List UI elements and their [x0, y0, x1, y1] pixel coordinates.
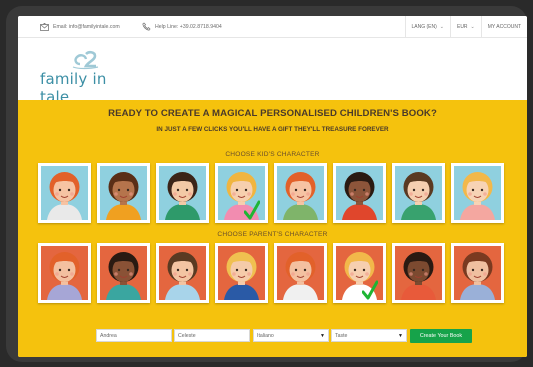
dropdown-arrow-icon: ▼	[398, 332, 403, 339]
parent-card-7[interactable]	[451, 243, 504, 303]
dropdown-arrow-icon: ▼	[320, 332, 325, 339]
parent-portrait	[218, 246, 265, 300]
hero-subtitle: IN JUST A FEW CLICKS YOU'LL HAVE A GIFT …	[156, 126, 389, 133]
parent-name-value: Celeste	[178, 332, 196, 339]
email-contact[interactable]: Email: info@familyintale.com	[40, 22, 120, 31]
kid-portrait	[159, 166, 206, 220]
kid-card-7[interactable]	[451, 163, 504, 223]
top-menu-label: MY ACCOUNT	[487, 24, 521, 30]
parent-card-3[interactable]	[215, 243, 268, 303]
top-menu-2[interactable]: MY ACCOUNT	[480, 16, 527, 38]
kid-card-4[interactable]	[274, 163, 327, 223]
site-logo[interactable]: family in tale	[40, 48, 130, 106]
book-form: Andrea Celeste Italiano ▼ Taste ▼ Create…	[18, 329, 527, 345]
top-menu-label: EUR	[456, 24, 468, 30]
create-book-button[interactable]: Create Your Book	[410, 329, 472, 343]
top-bar: Email: info@familyintale.com Help Line: …	[18, 16, 527, 38]
child-name-input[interactable]: Andrea	[96, 329, 172, 342]
hero-banner: READY TO CREATE A MAGICAL PERSONALISED C…	[18, 100, 527, 357]
language-select[interactable]: Italiano ▼	[253, 329, 329, 342]
parent-card-5[interactable]	[333, 243, 386, 303]
kid-card-0[interactable]	[38, 163, 91, 223]
language-value: Italiano	[257, 332, 274, 339]
parent-portrait	[100, 246, 147, 300]
parent-card-6[interactable]	[392, 243, 445, 303]
parent-portrait	[41, 246, 88, 300]
kid-card-2[interactable]	[156, 163, 209, 223]
chevron-down-icon: ⌄	[470, 24, 475, 30]
variant-select[interactable]: Taste ▼	[331, 329, 407, 342]
phone-icon	[142, 22, 151, 31]
top-menu-0[interactable]: LANG (EN) ⌄	[404, 16, 450, 38]
helpline-contact[interactable]: Help Line: +39.02.8718.9404	[142, 22, 222, 31]
top-menu-1[interactable]: EUR ⌄	[449, 16, 481, 38]
helpline-text: Help Line: +39.02.8718.9404	[155, 23, 222, 30]
parent-portrait	[454, 246, 501, 300]
variant-value: Taste	[335, 332, 348, 339]
kids-character-row	[38, 163, 504, 223]
kid-portrait	[336, 166, 383, 220]
kid-card-3[interactable]	[215, 163, 268, 223]
kid-portrait	[395, 166, 442, 220]
kid-portrait	[454, 166, 501, 220]
parent-card-2[interactable]	[156, 243, 209, 303]
parents-section-label: CHOOSE PARENT'S CHARACTER	[217, 231, 328, 238]
checkmark-icon	[362, 280, 378, 300]
checkmark-icon	[244, 200, 260, 220]
top-menus: LANG (EN) ⌄ EUR ⌄ MY ACCOUNT	[404, 16, 528, 38]
parents-character-row	[38, 243, 504, 303]
browser-viewport: Email: info@familyintale.com Help Line: …	[18, 16, 527, 357]
kids-section-label: CHOOSE KID'S CHARACTER	[225, 151, 320, 158]
kid-portrait	[100, 166, 147, 220]
hero-title: READY TO CREATE A MAGICAL PERSONALISED C…	[108, 108, 437, 119]
chevron-down-icon: ⌄	[439, 24, 444, 30]
child-name-value: Andrea	[100, 332, 117, 339]
parent-portrait	[159, 246, 206, 300]
top-menu-label: LANG (EN)	[411, 24, 437, 30]
kid-portrait	[277, 166, 324, 220]
parent-portrait	[395, 246, 442, 300]
kid-card-5[interactable]	[333, 163, 386, 223]
kid-card-1[interactable]	[97, 163, 150, 223]
kid-portrait	[41, 166, 88, 220]
email-text: Email: info@familyintale.com	[53, 23, 120, 30]
kid-card-6[interactable]	[392, 163, 445, 223]
parent-card-4[interactable]	[274, 243, 327, 303]
parent-card-0[interactable]	[38, 243, 91, 303]
parent-card-1[interactable]	[97, 243, 150, 303]
envelope-icon	[40, 22, 49, 31]
parent-name-input[interactable]: Celeste	[174, 329, 250, 342]
parent-portrait	[277, 246, 324, 300]
